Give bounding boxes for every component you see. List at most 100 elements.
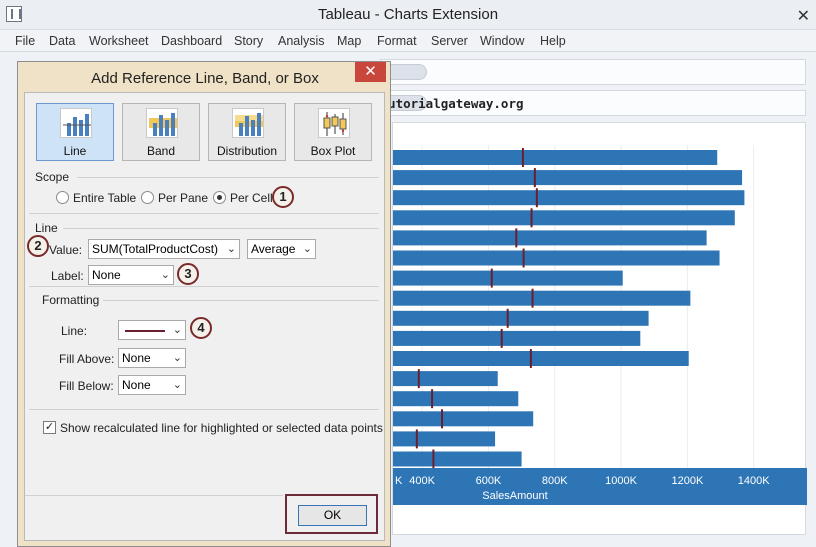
fill-above-dropdown[interactable]: None ⌄	[118, 348, 186, 368]
aggregation-text: Average	[251, 242, 296, 256]
annotation-badge-3: 3	[177, 263, 199, 285]
label-dropdown-text: None	[92, 268, 121, 282]
type-distribution-button[interactable]: Distribution	[208, 103, 286, 161]
menu-help[interactable]: Help	[540, 34, 566, 48]
type-band-label: Band	[146, 144, 176, 158]
type-line-button[interactable]: Line	[36, 103, 114, 161]
box-plot-icon	[318, 108, 350, 138]
fill-above-text: None	[122, 351, 151, 365]
formatting-divider	[103, 300, 379, 301]
ok-button[interactable]: OK	[298, 505, 367, 526]
watermark-text: ©tutorialgateway.org	[373, 96, 524, 111]
formatting-heading: Formatting	[42, 293, 100, 307]
bar-12[interactable]	[393, 391, 519, 407]
bar-7[interactable]	[393, 290, 691, 306]
line-style-dropdown[interactable]: ⌄	[118, 320, 186, 340]
scope-per-pane-label: Per Pane	[158, 191, 209, 205]
line-style-sample	[125, 330, 165, 332]
bar-15[interactable]	[393, 451, 522, 467]
menu-bar: File Data Worksheet Dashboard Story Anal…	[0, 30, 816, 52]
x-axis-title: SalesAmount	[482, 490, 547, 502]
chevron-down-icon: ⌄	[226, 243, 236, 255]
window-title: Tableau - Charts Extension	[317, 6, 499, 23]
annotation-badge-2: 2	[27, 235, 49, 257]
recalc-checkbox-label: Show recalculated line for highlighted o…	[60, 421, 383, 435]
bar-4[interactable]	[393, 230, 707, 246]
fill-below-dropdown[interactable]: None ⌄	[118, 375, 186, 395]
bar-2[interactable]	[393, 190, 745, 206]
menu-story[interactable]: Story	[234, 34, 263, 48]
chevron-down-icon: ⌄	[302, 243, 312, 255]
type-box-plot-button[interactable]: Box Plot	[294, 103, 372, 161]
type-distribution-label: Distribution	[216, 144, 278, 158]
annotation-badge-1: 1	[272, 186, 294, 208]
scope-per-pane-radio[interactable]	[141, 191, 154, 204]
fill-below-label: Fill Below:	[59, 379, 114, 393]
type-line-label: Line	[63, 144, 87, 158]
dialog-body: Line Band Distribution Box Plot Scope En…	[24, 92, 385, 541]
x-tick-label-1: 600K	[476, 475, 502, 487]
bar-8[interactable]	[393, 310, 649, 326]
columns-shelf[interactable]	[380, 59, 806, 85]
menu-window[interactable]: Window	[480, 34, 524, 48]
menu-worksheet[interactable]: Worksheet	[89, 34, 149, 48]
bar-6[interactable]	[393, 270, 623, 286]
scope-entire-table-label: Entire Table	[73, 191, 137, 205]
fill-below-text: None	[122, 378, 151, 392]
dialog-title: Add Reference Line, Band, or Box	[91, 70, 319, 87]
bar-1[interactable]	[393, 170, 743, 186]
bar-9[interactable]	[393, 330, 641, 346]
chevron-down-icon: ⌄	[172, 324, 182, 336]
line-heading: Line	[35, 221, 58, 235]
scope-per-cell-label: Per Cell	[230, 191, 273, 205]
menu-map[interactable]: Map	[337, 34, 361, 48]
bar-chart[interactable]: K 400K 600K 800K 1000K 1200K 1400K SalesAmount	[392, 122, 807, 535]
x-tick-label-4: 1200K	[671, 475, 703, 487]
window-close-button[interactable]: ✕	[797, 6, 810, 26]
label-dropdown[interactable]: None ⌄	[88, 265, 174, 285]
menu-format[interactable]: Format	[377, 34, 417, 48]
annotation-badge-4: 4	[190, 317, 212, 339]
chevron-down-icon: ⌄	[160, 269, 170, 281]
reference-line-icon	[60, 108, 92, 138]
fill-above-label: Fill Above:	[59, 352, 115, 366]
dialog-close-button[interactable]: ✕	[355, 62, 386, 82]
reference-band-icon	[146, 108, 178, 138]
title-bar: Tableau - Charts Extension ✕	[0, 0, 816, 30]
line-style-label: Line:	[61, 324, 88, 338]
formatting-top-divider	[29, 286, 379, 287]
bar-3[interactable]	[393, 210, 735, 226]
x-tick-label-2: 800K	[542, 475, 568, 487]
chart-canvas: K 400K 600K 800K 1000K 1200K 1400K SalesAmount	[393, 145, 807, 505]
bar-0[interactable]	[393, 150, 718, 165]
ok-highlight-frame: OK	[285, 494, 378, 534]
type-box-plot-label: Box Plot	[310, 144, 356, 158]
reference-distribution-icon	[232, 108, 264, 138]
checkbox-top-divider	[29, 409, 379, 410]
menu-server[interactable]: Server	[431, 34, 468, 48]
menu-data[interactable]: Data	[49, 34, 75, 48]
aggregation-dropdown[interactable]: Average ⌄	[247, 239, 316, 259]
menu-analysis[interactable]: Analysis	[278, 34, 325, 48]
reference-line-dialog: Add Reference Line, Band, or Box ✕ Line …	[17, 61, 391, 547]
bar-13[interactable]	[393, 411, 534, 427]
value-field-text: SUM(TotalProductCost)	[92, 242, 219, 256]
value-field-dropdown[interactable]: SUM(TotalProductCost) ⌄	[88, 239, 240, 259]
bar-11[interactable]	[393, 371, 498, 387]
menu-file[interactable]: File	[15, 34, 35, 48]
bar-14[interactable]	[393, 431, 496, 447]
chevron-down-icon: ⌄	[172, 379, 182, 391]
line-divider	[63, 228, 379, 229]
recalc-checkbox[interactable]: ✓	[43, 421, 56, 434]
scope-divider	[77, 177, 379, 178]
menu-dashboard[interactable]: Dashboard	[161, 34, 222, 48]
bar-5[interactable]	[393, 250, 720, 266]
scope-per-cell-radio[interactable]	[213, 191, 226, 204]
line-top-divider	[29, 213, 379, 214]
label-label: Label:	[51, 269, 84, 283]
bar-10[interactable]	[393, 351, 689, 366]
value-label: Value:	[49, 243, 83, 257]
scope-entire-table-radio[interactable]	[56, 191, 69, 204]
x-tick-label-partial: K	[395, 475, 403, 487]
type-band-button[interactable]: Band	[122, 103, 200, 161]
